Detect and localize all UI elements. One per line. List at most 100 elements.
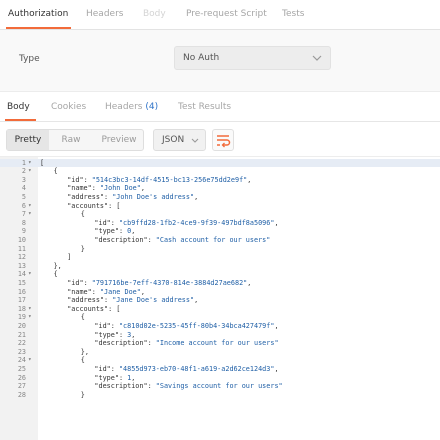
- code-line: 7 ▾ {: [0, 210, 440, 219]
- pretty-button[interactable]: Pretty: [7, 130, 49, 150]
- fold-toggle-icon[interactable]: ▾: [28, 159, 32, 168]
- code-text: {: [80, 356, 85, 365]
- request-tabs: Authorization Headers Body Pre-request S…: [0, 0, 440, 30]
- code-text: {: [53, 270, 58, 279]
- tab-response-headers-label: Headers: [105, 102, 143, 112]
- line-number: 6: [21, 201, 26, 210]
- response-body-viewer[interactable]: 1 ▾[2 ▾{3 "id": "514c3bc3-14df-4515-bc13-25…: [0, 156, 440, 440]
- fold-toggle-icon[interactable]: ▾: [28, 202, 32, 211]
- code-line: 5 "address": "John Doe's address",: [0, 193, 440, 202]
- code-text: }: [80, 244, 85, 253]
- code-line: 20 "id": "c810d02e-5235-45ff-80b4-34bca42…: [0, 322, 440, 331]
- code-line: 1 ▾ [: [0, 158, 440, 168]
- fold-toggle-icon[interactable]: ▾: [28, 270, 32, 279]
- tab-response-body[interactable]: Body: [7, 102, 30, 112]
- line-number: 26: [17, 373, 26, 382]
- type-label: Type: [19, 54, 40, 64]
- code-line: 3 "id": "514c3bc3-14df-4515-bc13-256e75dd…: [0, 176, 440, 185]
- code-text: "description": "Cash account for our use…: [94, 236, 271, 244]
- code-text: {: [53, 167, 58, 176]
- language-value: JSON: [162, 135, 185, 145]
- code-text: "address": "Jane Doe's address",: [67, 296, 199, 305]
- tab-pre-request-script[interactable]: Pre-request Script: [186, 9, 267, 19]
- line-number: 13: [17, 261, 26, 270]
- code-line: 8 "id": "cb9ffd28-1fb2-4ce9-9f39-497bdf8a…: [0, 219, 440, 228]
- line-number: 11: [17, 244, 26, 253]
- code-text: "name": "John Doe",: [67, 184, 145, 193]
- line-number: 19: [17, 313, 26, 322]
- code-text: {: [80, 313, 85, 322]
- code-text: "address": "John Doe's address",: [67, 193, 199, 201]
- tab-authorization[interactable]: Authorization: [8, 9, 68, 19]
- code-text: "id": "4855d973-eb70-48f1-a619-a2d62ce12…: [94, 365, 279, 373]
- fold-toggle-icon[interactable]: ▾: [28, 210, 32, 219]
- line-number: 3: [21, 175, 26, 184]
- fold-toggle-icon[interactable]: ▾: [28, 305, 32, 314]
- code-line: 4 "name": "John Doe",: [0, 184, 440, 193]
- code-line: 12]: [0, 253, 440, 262]
- raw-button[interactable]: Raw: [51, 130, 91, 150]
- line-number: 25: [17, 365, 26, 373]
- preview-button[interactable]: Preview: [95, 130, 143, 150]
- code-text: "name": "Jane Doe",: [67, 287, 145, 296]
- line-number: 17: [17, 296, 26, 305]
- code-text: "description": "Savings account for our …: [94, 382, 283, 391]
- line-number: 4: [21, 184, 26, 193]
- auth-type-value: No Auth: [183, 53, 220, 63]
- code-line: 23},: [0, 348, 440, 357]
- fold-toggle-icon[interactable]: ▾: [28, 167, 32, 176]
- active-response-tab-indicator: [5, 119, 36, 121]
- code-line: 14 ▾ {: [0, 270, 440, 279]
- line-number: 20: [17, 322, 26, 330]
- code-text: [: [40, 158, 45, 167]
- line-number: 23: [17, 347, 26, 356]
- active-tab-indicator: [6, 27, 71, 29]
- code-text: "type": 1,: [94, 373, 136, 382]
- code-line: 24 ▾ {: [0, 356, 440, 365]
- code-text: "id": "791716be-7eff-4370-814e-3884d27ae…: [67, 279, 252, 287]
- line-number: 10: [17, 236, 26, 244]
- code-text: }: [80, 390, 85, 399]
- line-number: 24: [17, 356, 26, 365]
- line-number: 14: [17, 270, 26, 279]
- code-line: 15 "id": "791716be-7eff-4370-814e-3884d27…: [0, 279, 440, 288]
- code-line: 18 ▾ "accounts": [: [0, 305, 440, 314]
- code-text: "id": "514c3bc3-14df-4515-bc13-256e75dd2…: [67, 175, 252, 184]
- line-number: 8: [21, 218, 26, 227]
- response-tabs: Body Cookies Headers (4) Test Results: [0, 92, 440, 122]
- tab-headers[interactable]: Headers: [86, 9, 123, 19]
- fold-toggle-icon[interactable]: ▾: [28, 313, 32, 322]
- code-line: 13},: [0, 262, 440, 271]
- chevron-down-icon: [191, 138, 199, 143]
- code-line: 16 "name": "Jane Doe",: [0, 288, 440, 297]
- code-line: 2 ▾ {: [0, 167, 440, 176]
- line-number: 15: [17, 279, 26, 287]
- code-line: 21 "type": 3,: [0, 331, 440, 340]
- fold-toggle-icon[interactable]: ▾: [28, 356, 32, 365]
- tab-response-headers[interactable]: Headers (4): [105, 102, 158, 112]
- code-text: "description": "Income account for our u…: [94, 339, 279, 348]
- format-toolbar: Pretty Raw Preview JSON: [0, 122, 440, 156]
- auth-type-select[interactable]: No Auth: [174, 46, 331, 70]
- tab-test-results[interactable]: Test Results: [178, 102, 231, 112]
- tab-tests[interactable]: Tests: [282, 9, 304, 19]
- code-line: 26 "type": 1,: [0, 374, 440, 383]
- line-number: 28: [17, 390, 26, 399]
- code-text: ]: [67, 253, 72, 262]
- code-text: {: [80, 210, 85, 219]
- code-line: 28}: [0, 391, 440, 400]
- line-number: 27: [17, 382, 26, 391]
- line-number: 21: [17, 330, 26, 339]
- tab-body[interactable]: Body: [143, 9, 166, 19]
- line-number: 18: [17, 304, 26, 313]
- code-line: 11}: [0, 245, 440, 254]
- line-number: 12: [17, 253, 26, 262]
- wrap-lines-icon: [217, 135, 231, 148]
- code-line: 27 "description": "Savings account for ou…: [0, 382, 440, 391]
- language-select[interactable]: JSON: [153, 129, 206, 151]
- wrap-lines-button[interactable]: [212, 129, 234, 151]
- tab-cookies[interactable]: Cookies: [51, 102, 86, 112]
- code-line: 25 "id": "4855d973-eb70-48f1-a619-a2d62ce…: [0, 365, 440, 374]
- code-text: },: [53, 261, 62, 270]
- code-line: 6 ▾ "accounts": [: [0, 202, 440, 211]
